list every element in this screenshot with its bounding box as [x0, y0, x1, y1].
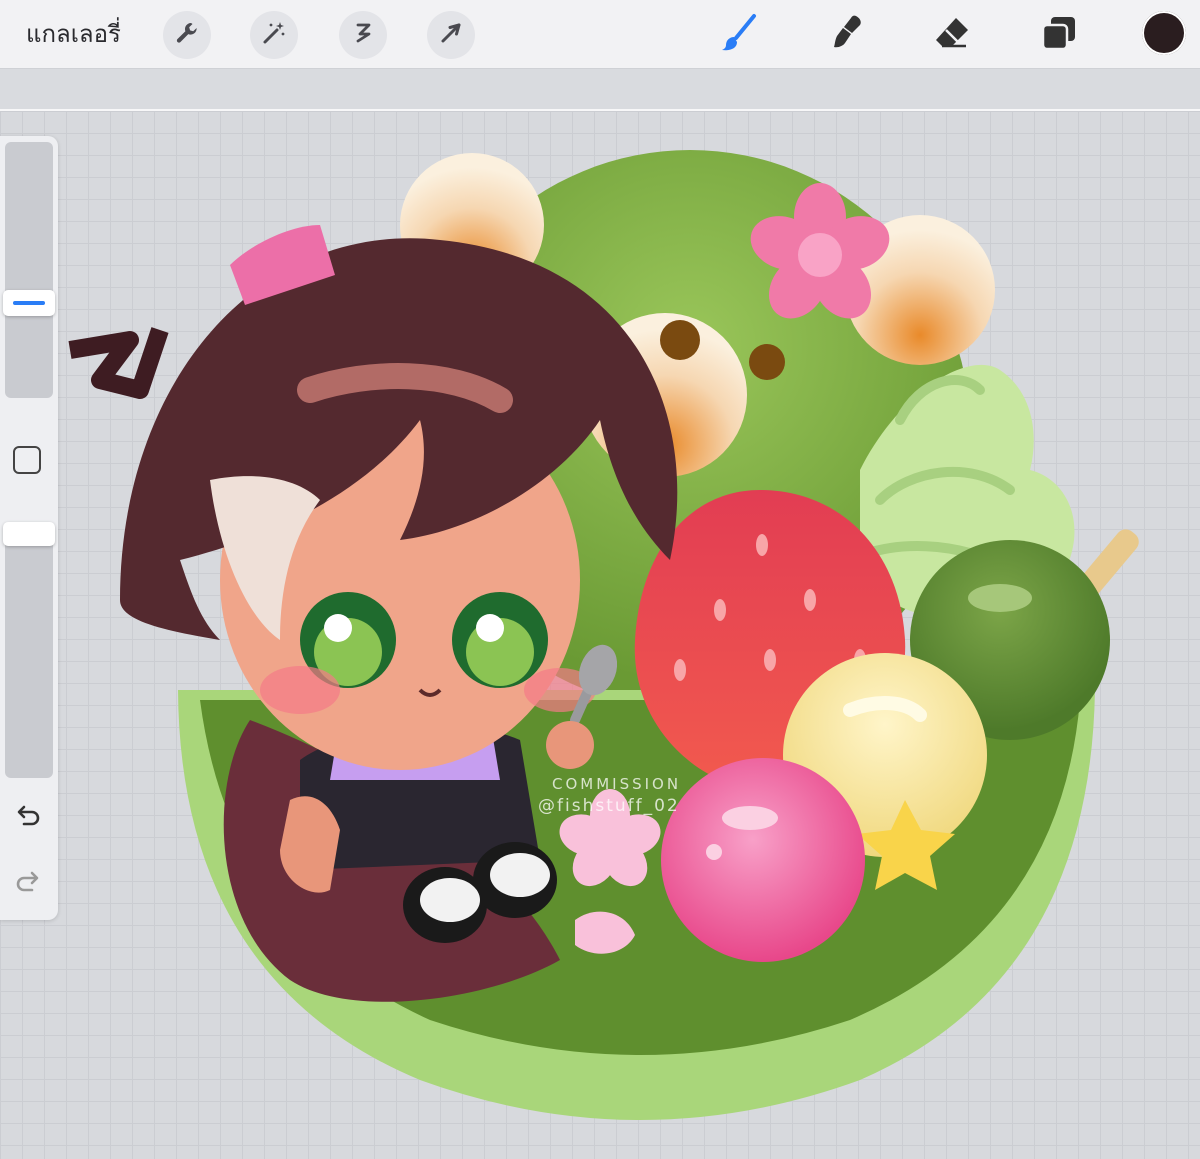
- left-sidebar: [0, 136, 58, 920]
- opacity-slider[interactable]: [3, 522, 55, 778]
- selection-button[interactable]: [339, 11, 387, 59]
- magic-wand-icon: [261, 20, 287, 50]
- color-picker-button[interactable]: [1142, 11, 1186, 55]
- top-toolbar: แกลเลอรี่: [0, 0, 1200, 69]
- smudge-button[interactable]: [822, 10, 872, 60]
- undo-button[interactable]: [10, 800, 46, 836]
- modify-button[interactable]: [13, 446, 41, 474]
- canvas-top-strip: [0, 69, 1200, 111]
- selection-icon: [350, 20, 376, 50]
- actions-button[interactable]: [163, 11, 211, 59]
- opacity-knob[interactable]: [3, 522, 55, 546]
- brush-size-knob[interactable]: [3, 290, 55, 316]
- wrench-icon: [174, 20, 200, 50]
- brush-size-slider[interactable]: [3, 142, 55, 398]
- watermark-line1: COMMISSION: [552, 775, 681, 793]
- layers-button[interactable]: [1034, 10, 1084, 60]
- artwork[interactable]: COMMISSION @fishstuff_02: [0, 111, 1200, 1159]
- pink-dango: [661, 758, 865, 962]
- undo-icon: [14, 802, 42, 834]
- size-indicator: [13, 301, 45, 305]
- brush-icon: [718, 12, 760, 58]
- redo-icon: [14, 868, 42, 900]
- eraser-button[interactable]: [928, 10, 978, 60]
- smudge-icon: [826, 12, 868, 58]
- layers-icon: [1038, 12, 1080, 58]
- redo-button[interactable]: [10, 866, 46, 902]
- watermark-line2: @fishstuff_02: [538, 796, 680, 816]
- brush-button[interactable]: [714, 10, 764, 60]
- adjustments-button[interactable]: [250, 11, 298, 59]
- gallery-button[interactable]: แกลเลอรี่: [26, 14, 121, 53]
- watermark: COMMISSION @fishstuff_02: [538, 775, 681, 816]
- transform-button[interactable]: [427, 11, 475, 59]
- eraser-icon: [932, 12, 974, 58]
- transform-arrow-icon: [438, 20, 464, 50]
